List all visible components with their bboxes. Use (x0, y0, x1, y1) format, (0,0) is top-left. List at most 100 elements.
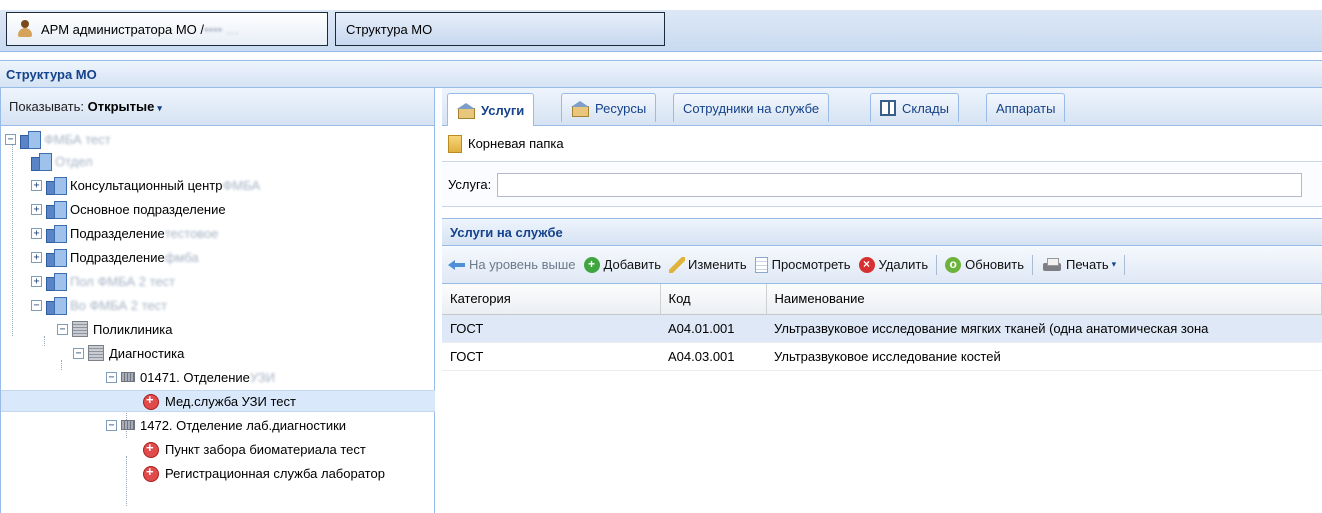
delete-button[interactable]: × Удалить (855, 256, 933, 273)
expand-icon[interactable]: + (31, 179, 42, 191)
level-up-button[interactable]: На уровень выше (444, 257, 580, 272)
content-tabs: Услуги Ресурсы Сотрудники на службе Скла… (442, 88, 1322, 126)
tree-node-label: ФМБА тест (44, 131, 111, 147)
expand-icon[interactable]: + (31, 203, 42, 215)
tab-label: Ресурсы (595, 100, 647, 116)
collapse-icon[interactable]: − (31, 299, 42, 311)
printer-icon (1041, 257, 1063, 273)
collapse-icon[interactable]: − (5, 133, 16, 145)
building-icon (20, 131, 41, 149)
window-tab-arm-label: АРМ администратора МО / (41, 21, 204, 37)
tree-guide (126, 456, 127, 506)
tree-node-selected[interactable]: Мед.служба УЗИ тест (1, 390, 435, 412)
medical-service-icon (141, 440, 161, 458)
service-filter-label: Услуга: (448, 177, 492, 192)
tree-node[interactable]: Регистрационная служба лаборатор (141, 462, 435, 484)
show-filter-dropdown[interactable]: Открытые ▾ (88, 99, 162, 114)
tree-node[interactable]: + Подразделение фмба (31, 246, 199, 268)
print-label: Печать (1066, 257, 1109, 272)
tree-node[interactable]: + Консультационный центр ФМБА (31, 174, 260, 196)
building-icon (31, 153, 52, 171)
medical-service-icon (141, 392, 161, 410)
tree-node[interactable]: − 1472. Отделение лаб.диагностики (106, 414, 346, 436)
table-row[interactable]: ГОСТ A04.03.001 Ультразвуковое исследова… (442, 342, 1322, 371)
tree-node[interactable]: Отдел (31, 150, 93, 172)
cell-code: A04.03.001 (660, 342, 766, 371)
show-filter-value: Открытые (87, 99, 155, 114)
tree-node[interactable]: − Поликлиника (57, 318, 172, 340)
collapse-icon[interactable]: − (57, 323, 68, 335)
toolbar-divider (1032, 254, 1034, 275)
tab-label: Сотрудники на службе (683, 100, 820, 116)
column-header-name[interactable]: Наименование (766, 284, 1322, 315)
tree-node-masked: тестовое (164, 225, 219, 241)
medical-service-icon (141, 464, 161, 482)
folder-icon (448, 134, 462, 153)
collapse-icon[interactable]: − (106, 371, 117, 383)
tab-services[interactable]: Услуги (447, 93, 535, 126)
tree-node[interactable]: − Во ФМБА 2 тест (31, 294, 167, 316)
chevron-down-icon: ▾ (157, 103, 162, 113)
cell-code: A04.01.001 (660, 314, 766, 343)
cell-category: ГОСТ (442, 342, 660, 371)
chevron-down-icon: ▾ (1111, 259, 1117, 269)
tree-node-label: 01471. Отделение (140, 369, 250, 385)
tree-node-label: Подразделение (70, 225, 165, 241)
refresh-button[interactable]: o Обновить (941, 256, 1028, 273)
level-up-label: На уровень выше (469, 257, 576, 272)
expand-icon[interactable]: + (31, 251, 42, 263)
tab-staff[interactable]: Сотрудники на службе (673, 93, 830, 122)
print-button[interactable]: Печать ▾ (1037, 257, 1120, 273)
tree-node[interactable]: − ФМБА тест (5, 128, 111, 150)
tree-node-masked: Пол ФМБА 2 тест (70, 273, 176, 289)
tab-warehouses[interactable]: Склады (870, 93, 959, 122)
tree-node[interactable]: + Подразделение тестовое (31, 222, 219, 244)
building-icon (46, 249, 67, 267)
breadcrumb[interactable]: Корневая папка (442, 126, 1322, 162)
window-tab-arm[interactable]: АРМ администратора МО / •••• … (6, 12, 328, 46)
edit-button[interactable]: Изменить (665, 256, 751, 273)
warehouse-icon (880, 100, 896, 116)
expand-icon[interactable]: + (31, 275, 42, 287)
building-icon (46, 225, 67, 243)
building-icon (46, 201, 67, 219)
arrow-left-icon (448, 259, 466, 271)
collapse-icon[interactable]: − (73, 347, 84, 359)
cell-name: Ультразвуковое исследование мягких ткане… (766, 314, 1322, 343)
tab-resources[interactable]: Ресурсы (561, 93, 657, 122)
tree-panel: Показывать: Открытые ▾ − ФМБА тест Отдел … (0, 88, 435, 513)
tree-node[interactable]: − Диагностика (73, 342, 184, 364)
cell-name: Ультразвуковое исследование костей (766, 342, 1322, 371)
view-button[interactable]: Просмотреть (751, 256, 855, 273)
expand-icon[interactable]: + (31, 227, 42, 239)
tree-node[interactable]: − 01471. Отделение УЗИ (106, 366, 275, 388)
building-icon (46, 273, 67, 291)
tree-node[interactable]: Пункт забора биоматериала тест (141, 438, 366, 460)
tab-label: Склады (902, 100, 949, 116)
delete-label: Удалить (878, 257, 929, 272)
tree-node-label: Пункт забора биоматериала тест (165, 441, 366, 457)
view-label: Просмотреть (771, 257, 851, 272)
add-label: Добавить (603, 257, 661, 272)
column-header-code[interactable]: Код (660, 284, 767, 315)
tab-label: Аппараты (996, 100, 1056, 116)
refresh-icon: o (945, 256, 962, 273)
column-header-category[interactable]: Категория (442, 284, 661, 315)
tab-devices[interactable]: Аппараты (986, 93, 1066, 122)
tree-node[interactable]: + Основное подразделение (31, 198, 226, 220)
service-search-input[interactable] (497, 172, 1303, 197)
window-tab-structure[interactable]: Структура МО (335, 12, 665, 46)
tree-node-label: Основное подразделение (70, 201, 226, 217)
house-icon (571, 101, 589, 117)
add-button[interactable]: + Добавить (580, 256, 665, 273)
tree-guide (12, 138, 13, 336)
table-row[interactable]: ГОСТ A04.01.001 Ультразвуковое исследова… (442, 314, 1322, 343)
hospital-icon (72, 321, 88, 337)
edit-label: Изменить (687, 257, 747, 272)
collapse-icon[interactable]: − (106, 419, 117, 431)
document-icon (754, 256, 768, 273)
refresh-label: Обновить (965, 257, 1025, 272)
tree-node-label: Отдел (55, 153, 93, 169)
tree-node[interactable]: + Пол ФМБА 2 тест (31, 270, 175, 292)
tree-filter-header: Показывать: Открытые ▾ (1, 88, 434, 126)
